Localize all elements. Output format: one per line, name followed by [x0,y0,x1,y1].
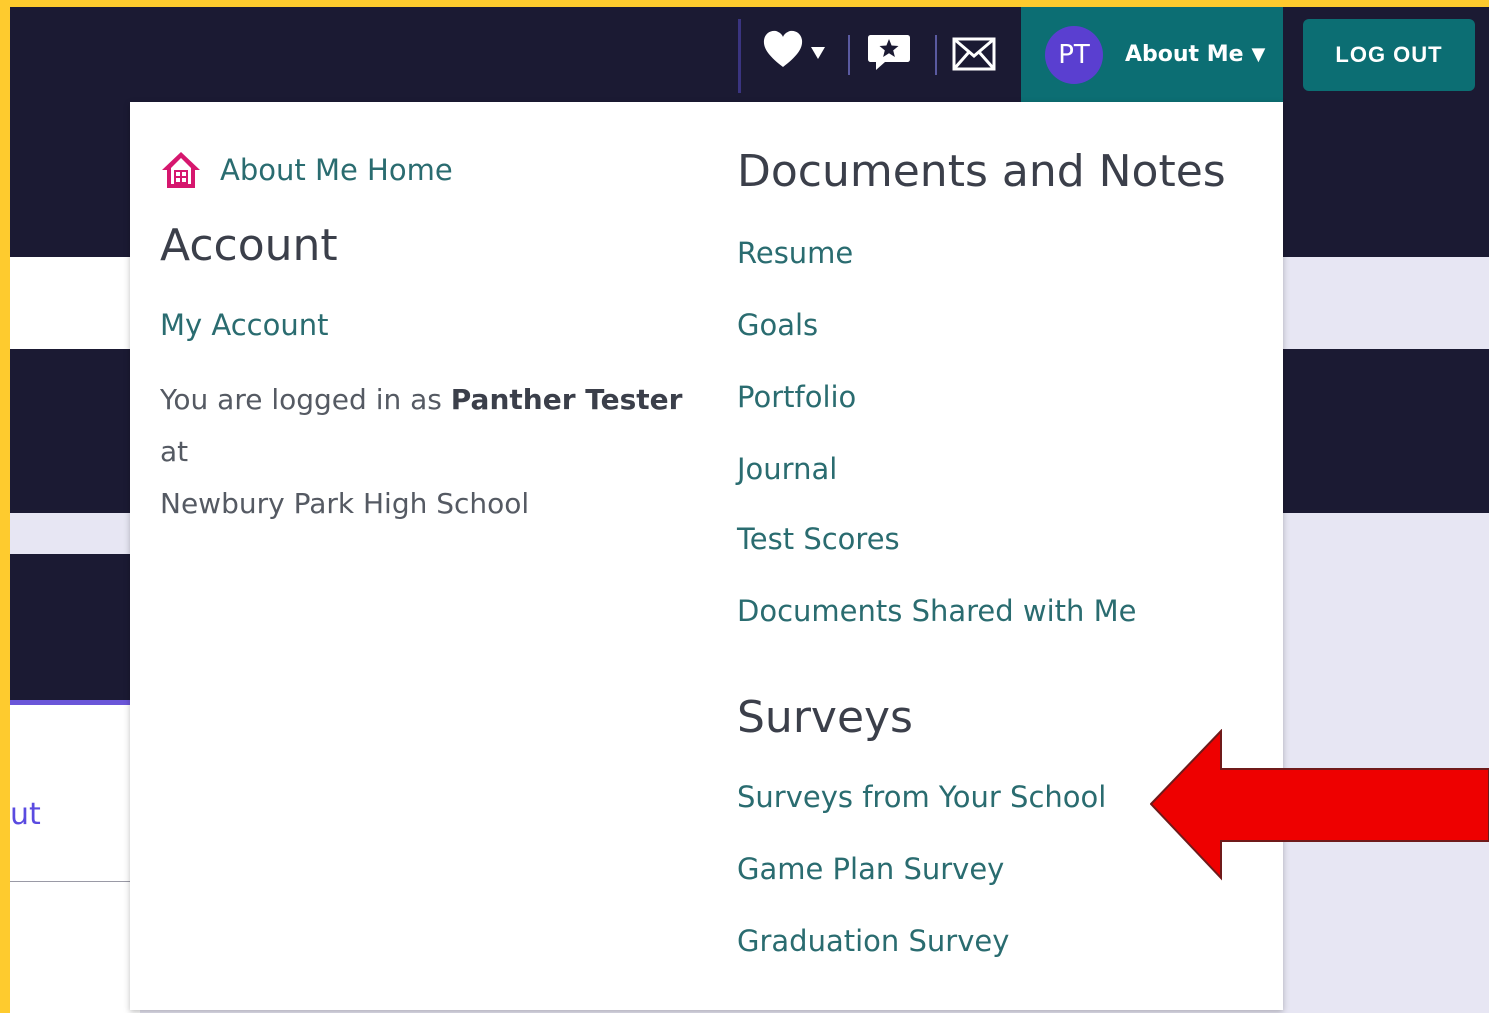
divider [10,881,140,882]
my-account-link[interactable]: My Account [160,308,329,342]
topbar-separator [848,35,850,75]
school-name: Newbury Park High School [160,487,530,520]
topbar-separator [935,35,937,75]
account-heading: Account [160,220,338,271]
portfolio-link[interactable]: Portfolio [737,380,856,414]
about-me-home-link[interactable]: About Me Home [160,150,453,190]
heart-icon [763,30,803,67]
documents-heading: Documents and Notes [737,146,1226,197]
goals-link[interactable]: Goals [737,308,818,342]
mail-button[interactable] [952,37,996,71]
about-me-dropdown: About Me Home Account My Account You are… [130,102,1283,1010]
journal-link[interactable]: Journal [737,452,837,486]
page-panel [10,257,140,349]
graduation-survey-link[interactable]: Graduation Survey [737,924,1009,958]
logout-button[interactable]: LOG OUT [1303,19,1475,91]
page-canvas: ut PT About Me ▼ LOG OUT About Me Home A… [10,7,1489,1013]
red-arrow-annotation [1150,729,1489,881]
favorites-button[interactable] [762,29,826,69]
login-mid: at [160,435,189,468]
about-me-home-label: About Me Home [220,153,453,187]
documents-shared-link[interactable]: Documents Shared with Me [737,594,1137,628]
game-plan-survey-link[interactable]: Game Plan Survey [737,852,1004,886]
accent-line [10,700,140,705]
messages-button[interactable] [867,33,911,73]
avatar: PT [1045,25,1103,84]
user-name: Panther Tester [450,383,683,416]
resume-link[interactable]: Resume [737,236,853,270]
surveys-from-school-link[interactable]: Surveys from Your School [737,780,1106,814]
test-scores-link[interactable]: Test Scores [737,522,900,556]
home-icon [162,152,200,188]
caret-down-icon [811,47,825,59]
about-me-label: About Me [1125,42,1244,67]
login-prefix: You are logged in as [160,383,442,416]
content-header [10,554,140,700]
chat-star-icon [868,35,910,70]
surveys-heading: Surveys [737,692,913,743]
topbar-divider [738,19,741,93]
login-status: You are logged in as Panther Tester at N… [160,374,700,530]
about-me-menu-button[interactable]: PT About Me ▼ [1021,7,1283,102]
background-link[interactable]: ut [10,797,41,832]
mail-icon [952,37,996,71]
caret-down-icon: ▼ [1251,44,1266,65]
